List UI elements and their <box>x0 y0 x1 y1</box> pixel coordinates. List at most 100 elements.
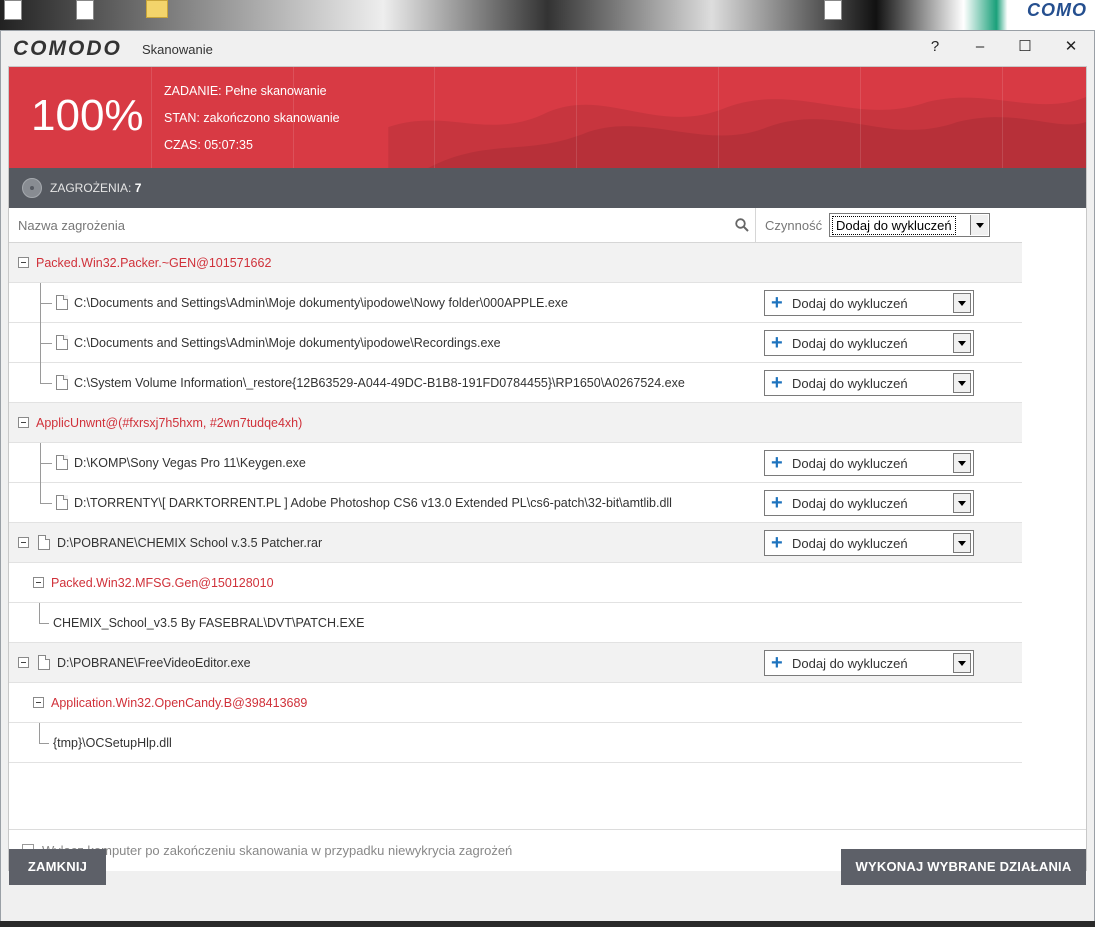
action-dropdown[interactable]: + Dodaj do wykluczeń <box>764 330 974 356</box>
action-dropdown[interactable]: + Dodaj do wykluczeń <box>764 490 974 516</box>
action-dropdown[interactable]: + Dodaj do wykluczeń <box>764 530 974 556</box>
threat-file-row[interactable]: C:\System Volume Information\_restore{12… <box>9 363 1022 403</box>
scan-panel: 100% ZADANIE: Pełne skanowanie STAN: zak… <box>8 66 1087 871</box>
action-label: Dodaj do wykluczeń <box>792 336 908 351</box>
tree-line <box>39 743 49 744</box>
tree-line <box>40 463 52 464</box>
file-path: D:\TORRENTY\[ DARKTORRENT.PL ] Adobe Pho… <box>74 496 672 510</box>
threat-group-row[interactable]: Packed.Win32.Packer.~GEN@101571662 <box>9 243 1022 283</box>
archive-row[interactable]: D:\POBRANE\FreeVideoEditor.exe + Dodaj d… <box>9 643 1022 683</box>
comodo-logo: COMODO <box>13 37 122 60</box>
archive-row[interactable]: D:\POBRANE\CHEMIX School v.3.5 Patcher.r… <box>9 523 1022 563</box>
column-threat-name[interactable]: Nazwa zagrożenia <box>18 218 125 233</box>
taskbar-edge <box>0 921 1095 927</box>
shutdown-label[interactable]: Wyłącz komputer po zakończeniu skanowani… <box>42 843 512 858</box>
maximize-button[interactable]: ☐ <box>1005 35 1045 59</box>
file-icon <box>56 455 68 470</box>
threat-subgroup-row[interactable]: Packed.Win32.MFSG.Gen@150128010 <box>9 563 1022 603</box>
close-window-button[interactable]: ✕ <box>1051 35 1091 59</box>
threats-count-label: ZAGROŻENIA: 7 <box>50 181 141 195</box>
radiation-icon <box>22 178 42 198</box>
tree-line <box>40 483 41 503</box>
chevron-down-icon[interactable] <box>970 215 988 235</box>
close-button[interactable]: ZAMKNIJ <box>9 849 106 885</box>
action-dropdown[interactable]: + Dodaj do wykluczeń <box>764 650 974 676</box>
help-button[interactable]: ? <box>915 35 955 59</box>
collapse-icon[interactable] <box>18 657 29 668</box>
collapse-icon[interactable] <box>18 257 29 268</box>
scan-status: STAN: zakończono skanowanie <box>164 111 340 125</box>
inner-file-path: CHEMIX_School_v3.5 By FASEBRAL\DVT\PATCH… <box>53 616 365 630</box>
plus-icon: + <box>771 492 783 514</box>
threat-file-row[interactable]: C:\Documents and Settings\Admin\Moje dok… <box>9 283 1022 323</box>
action-dropdown[interactable]: + Dodaj do wykluczeń <box>764 370 974 396</box>
file-icon <box>56 335 68 350</box>
desktop-folder-icon[interactable] <box>146 0 168 18</box>
tree-line <box>39 603 40 623</box>
chevron-down-icon[interactable] <box>953 373 971 393</box>
threat-file-row[interactable]: D:\KOMP\Sony Vegas Pro 11\Keygen.exe + D… <box>9 443 1022 483</box>
desktop-file-icon[interactable] <box>824 0 842 20</box>
tree-line <box>39 623 49 624</box>
threat-file-row[interactable]: D:\TORRENTY\[ DARKTORRENT.PL ] Adobe Pho… <box>9 483 1022 523</box>
action-dropdown[interactable]: + Dodaj do wykluczeń <box>764 450 974 476</box>
desktop-background: COMO <box>0 0 1095 30</box>
tree-line <box>40 383 52 384</box>
scan-time: CZAS: 05:07:35 <box>164 138 253 152</box>
action-label: Dodaj do wykluczeń <box>792 656 908 671</box>
scan-window: COMODO Skanowanie ? – ☐ ✕ 100% ZADANIE: … <box>0 30 1095 927</box>
file-icon <box>38 535 50 550</box>
threat-subgroup-row[interactable]: Application.Win32.OpenCandy.B@398413689 <box>9 683 1022 723</box>
action-label: Dodaj do wykluczeń <box>792 496 908 511</box>
desktop-file-icon[interactable] <box>4 0 22 20</box>
tree-line <box>40 303 52 304</box>
archive-inner-file-row[interactable]: {tmp}\OCSetupHlp.dll <box>9 723 1022 763</box>
run-actions-button[interactable]: WYKONAJ WYBRANE DZIAŁANIA <box>841 849 1086 885</box>
tree-line <box>40 503 52 504</box>
threat-file-row[interactable]: C:\Documents and Settings\Admin\Moje dok… <box>9 323 1022 363</box>
global-action-select[interactable]: Dodaj do wykluczeń <box>829 213 990 237</box>
collapse-icon[interactable] <box>18 537 29 548</box>
plus-icon: + <box>771 372 783 394</box>
action-dropdown[interactable]: + Dodaj do wykluczeń <box>764 290 974 316</box>
threat-name: Packed.Win32.Packer.~GEN@101571662 <box>36 256 272 270</box>
chevron-down-icon[interactable] <box>953 493 971 513</box>
action-label: Dodaj do wykluczeń <box>792 536 908 551</box>
tree-line <box>40 363 41 383</box>
tree-line <box>39 723 40 743</box>
column-action: Czynność <box>765 218 823 233</box>
chevron-down-icon[interactable] <box>953 293 971 313</box>
file-icon <box>56 375 68 390</box>
chevron-down-icon[interactable] <box>953 653 971 673</box>
file-icon <box>38 655 50 670</box>
scan-percent: 100% <box>31 91 144 140</box>
collapse-icon[interactable] <box>18 417 29 428</box>
archive-inner-file-row[interactable]: CHEMIX_School_v3.5 By FASEBRAL\DVT\PATCH… <box>9 603 1022 643</box>
archive-path: D:\POBRANE\CHEMIX School v.3.5 Patcher.r… <box>57 536 323 550</box>
file-path: C:\Documents and Settings\Admin\Moje dok… <box>74 296 569 310</box>
collapse-icon[interactable] <box>33 577 44 588</box>
threats-label: ZAGROŻENIA: <box>50 181 132 195</box>
scan-task: ZADANIE: Pełne skanowanie <box>164 84 327 98</box>
file-path: D:\KOMP\Sony Vegas Pro 11\Keygen.exe <box>74 456 306 470</box>
table-header: Nazwa zagrożenia Czynność Dodaj do wyklu… <box>9 208 1022 243</box>
desktop-file-icon[interactable] <box>76 0 94 20</box>
threat-group-row[interactable]: ApplicUnwnt@(#fxrsxj7h5hxm, #2wn7tudqe4x… <box>9 403 1022 443</box>
tree-line <box>40 343 52 344</box>
chevron-down-icon[interactable] <box>953 533 971 553</box>
action-label: Dodaj do wykluczeń <box>792 456 908 471</box>
action-label: Dodaj do wykluczeń <box>792 296 908 311</box>
chevron-down-icon[interactable] <box>953 453 971 473</box>
column-separator <box>755 208 756 243</box>
window-title: Skanowanie <box>142 42 213 57</box>
collapse-icon[interactable] <box>33 697 44 708</box>
plus-icon: + <box>771 452 783 474</box>
minimize-button[interactable]: – <box>960 35 1000 59</box>
chevron-down-icon[interactable] <box>953 333 971 353</box>
titlebar[interactable]: COMODO Skanowanie ? – ☐ ✕ <box>1 31 1094 65</box>
archive-path: D:\POBRANE\FreeVideoEditor.exe <box>57 656 251 670</box>
plus-icon: + <box>771 332 783 354</box>
file-icon <box>56 495 68 510</box>
search-icon[interactable] <box>735 218 749 232</box>
threat-name: Packed.Win32.MFSG.Gen@150128010 <box>51 576 274 590</box>
